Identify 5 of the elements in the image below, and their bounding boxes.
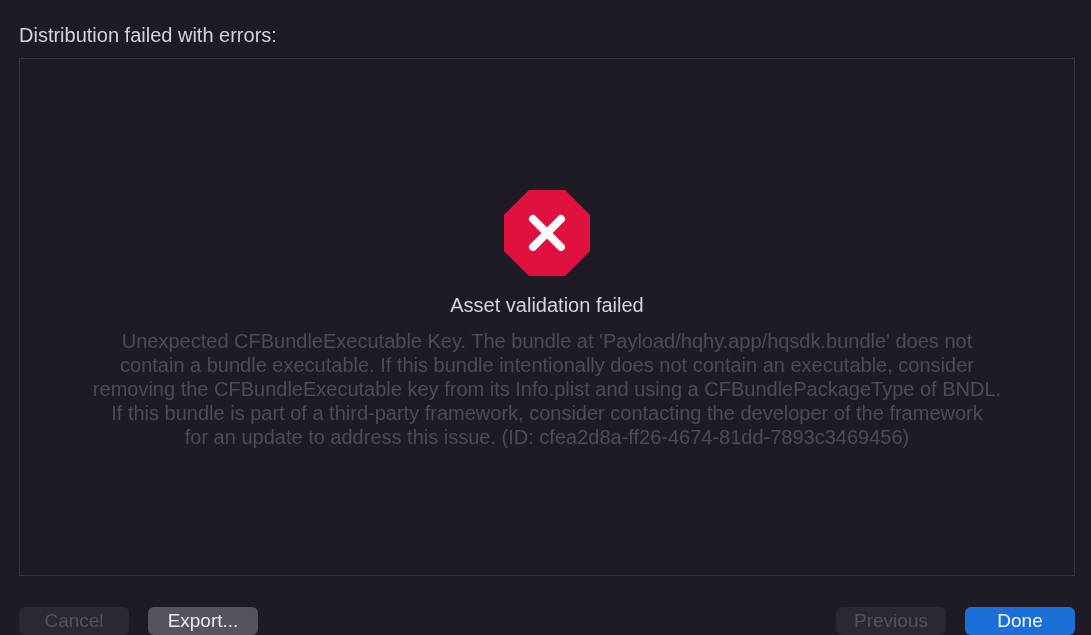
dialog-heading: Distribution failed with errors:: [19, 23, 277, 47]
dialog-button[interactable]: Export...: [148, 607, 258, 635]
error-stop-icon: [504, 190, 590, 276]
error-title: Asset validation failed: [450, 293, 644, 317]
dialog-button[interactable]: Done: [965, 607, 1075, 635]
